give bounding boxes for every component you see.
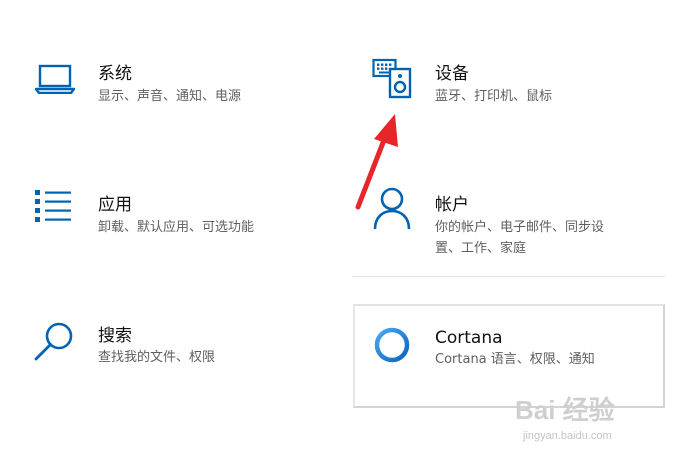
tile-description: 卸载、默认应用、可选功能	[98, 220, 255, 235]
tile-description: 显示、声音、通知、电源	[98, 89, 242, 104]
tile-title: Cortana	[435, 328, 503, 348]
tile-title: 系统	[98, 64, 132, 84]
devices-icon	[372, 58, 412, 99]
tile-description: 查找我的文件、权限	[98, 350, 216, 365]
laptop-icon	[35, 64, 75, 94]
watermark: Bai 经验 jingyan.baidu.com	[515, 390, 665, 454]
tile-title: 设备	[435, 64, 469, 84]
settings-tile-search[interactable]: 搜索 查找我的文件、权限	[20, 310, 320, 390]
cortana-ring-icon	[374, 327, 410, 363]
tile-description-line: 置、工作、家庭	[435, 241, 527, 256]
settings-tile-apps[interactable]: 应用 卸载、默认应用、可选功能	[20, 180, 320, 260]
watermark-url: jingyan.baidu.com	[523, 430, 612, 442]
tile-title: 帐户	[435, 195, 469, 215]
tile-title: 应用	[98, 195, 132, 215]
red-arrow-icon	[355, 114, 398, 210]
tile-description: Cortana 语言、权限、通知	[435, 352, 595, 367]
tile-title: 搜索	[98, 326, 132, 346]
tile-description: 你的帐户、电子邮件、同步设 置、工作、家庭	[435, 217, 655, 259]
settings-home: 系统 显示、声音、通知、电源 设备 蓝牙、打印机、鼠标 应用 卸载、默认应用、可…	[0, 0, 675, 464]
apps-list-icon	[35, 190, 71, 222]
settings-tile-system[interactable]: 系统 显示、声音、通知、电源	[20, 50, 320, 120]
watermark-logo: Bai 经验	[515, 395, 615, 425]
search-icon	[34, 322, 73, 361]
tile-description-line: 你的帐户、电子邮件、同步设	[435, 220, 605, 235]
divider	[352, 276, 665, 277]
tile-description: 蓝牙、打印机、鼠标	[435, 89, 553, 104]
